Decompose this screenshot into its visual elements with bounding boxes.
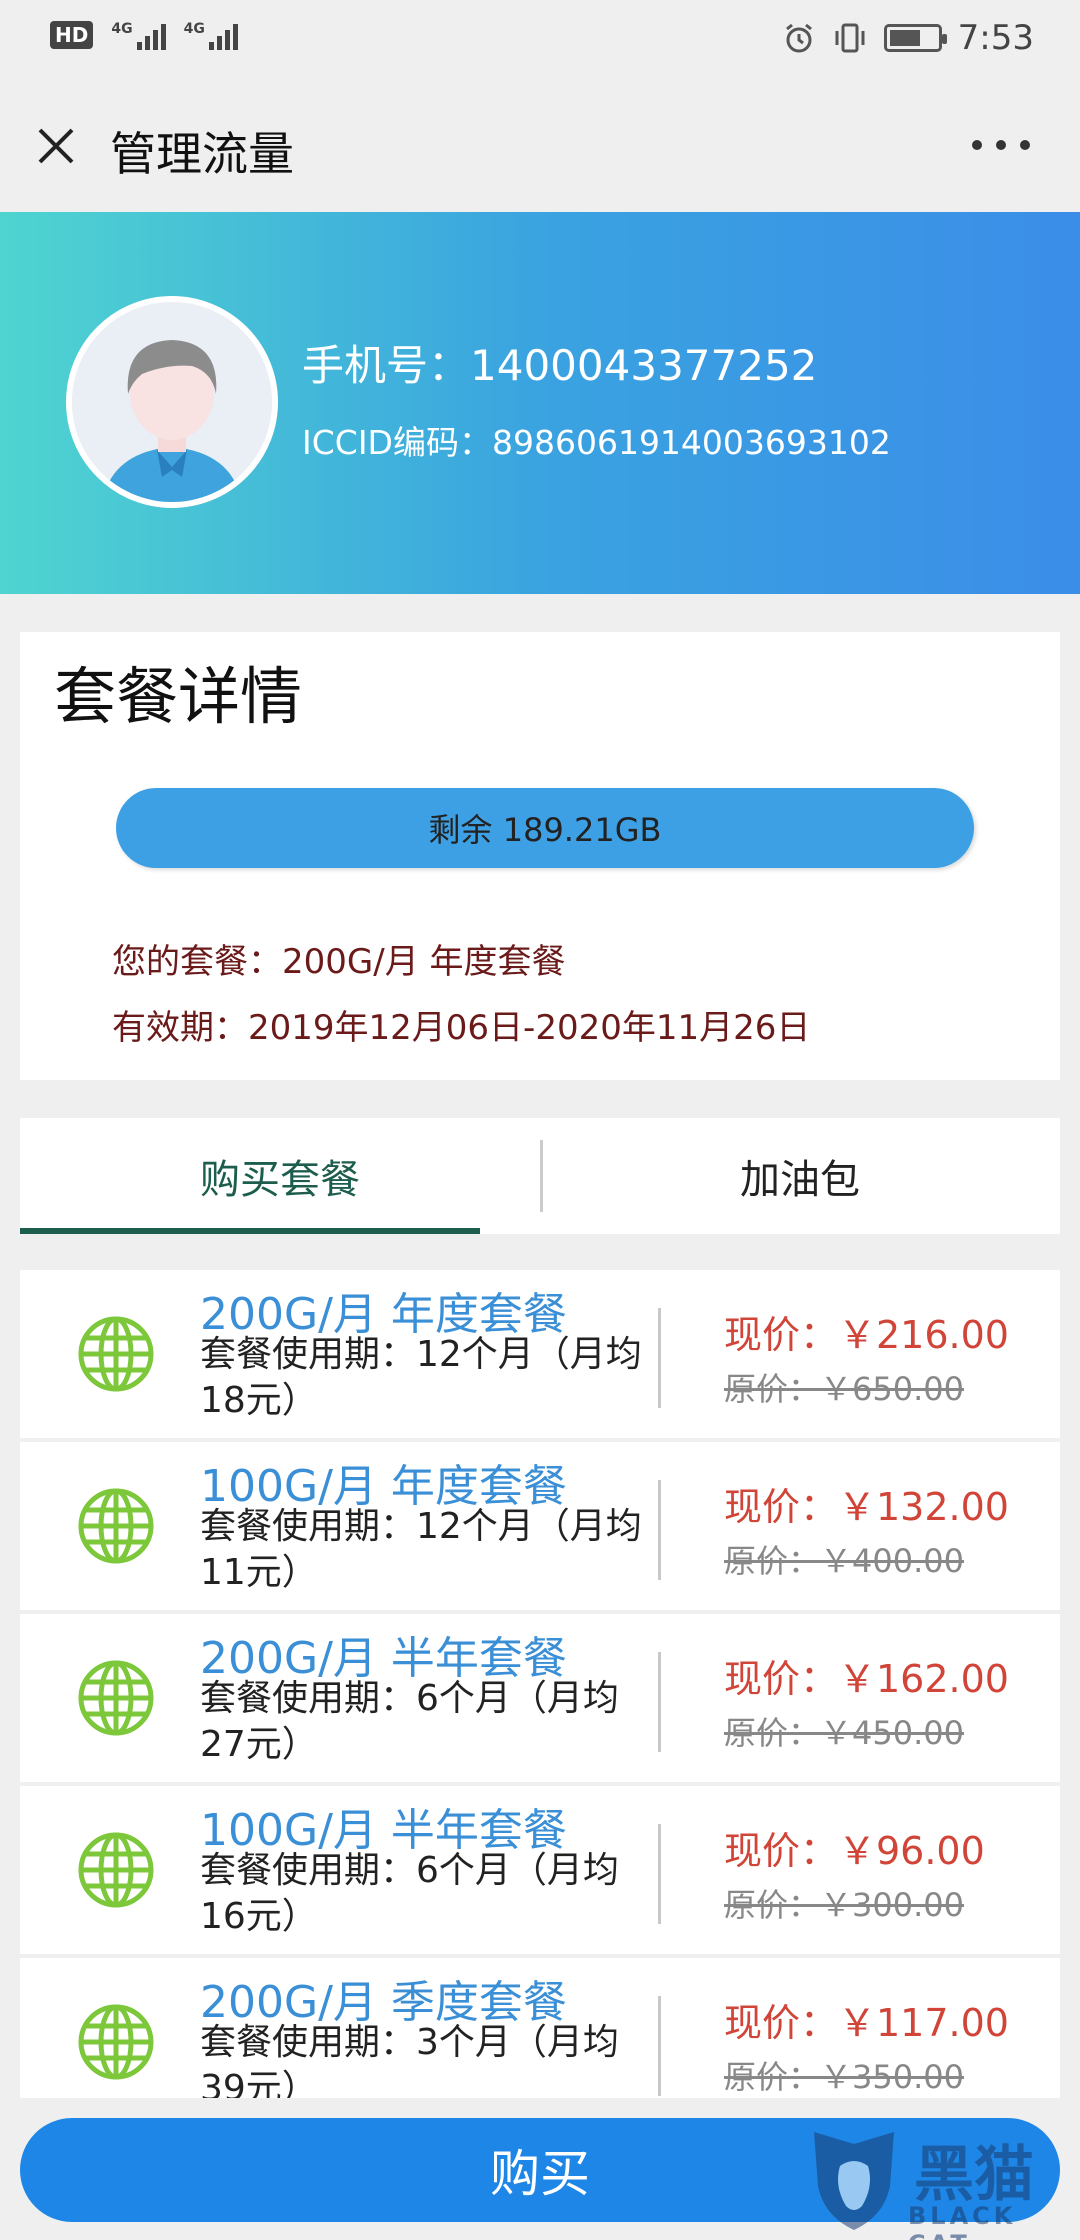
black-cat-watermark: 黑猫 BLACK CAT	[804, 2126, 1074, 2240]
package-description: 套餐使用期：3个月（月均39元）	[200, 2022, 619, 2098]
more-options-icon[interactable]	[972, 140, 1030, 150]
package-description: 套餐使用期：6个月（月均16元）	[200, 1850, 619, 1937]
package-list: 200G/月 年度套餐 套餐使用期：12个月（月均18元） 现价：￥216.00…	[20, 1270, 1060, 2098]
current-price: 现价：￥162.00	[724, 1657, 1009, 1701]
current-price: 现价：￥132.00	[724, 1485, 1009, 1529]
original-price: 原价：￥350.00	[724, 2058, 964, 2096]
package-item[interactable]: 200G/月 季度套餐 套餐使用期：3个月（月均39元） 现价：￥117.00 …	[20, 1958, 1060, 2098]
hd-badge: HD	[50, 21, 94, 49]
close-icon[interactable]	[30, 120, 82, 172]
globe-icon	[78, 1488, 154, 1564]
item-divider	[658, 1996, 661, 2096]
user-avatar-icon	[72, 302, 272, 502]
alarm-icon	[785, 23, 812, 53]
item-divider	[658, 1652, 661, 1752]
globe-icon	[78, 2004, 154, 2080]
black-cat-logo-icon	[814, 2132, 894, 2230]
watermark-text: 黑猫	[914, 2140, 1034, 2210]
status-bar-left: HD 4G 4G	[50, 20, 238, 50]
iccid-value: 8986061914003693102	[491, 423, 891, 462]
vibrate-icon	[835, 23, 865, 53]
package-detail-title: 套餐详情	[54, 660, 303, 733]
package-detail-card: 套餐详情 剩余 189.21GB 您的套餐：200G/月 年度套餐 有效期：20…	[20, 632, 1060, 1080]
iccid-label: ICCID编码：	[302, 423, 492, 462]
globe-icon	[78, 1832, 154, 1908]
package-description: 套餐使用期：12个月（月均18元）	[200, 1334, 642, 1421]
original-price: 原价：￥650.00	[724, 1370, 964, 1408]
package-item[interactable]: 100G/月 年度套餐 套餐使用期：12个月（月均11元） 现价：￥132.00…	[20, 1442, 1060, 1610]
signal-bars-icon	[208, 20, 238, 50]
network-type-label: 4G	[183, 21, 205, 37]
package-description: 套餐使用期：6个月（月均27元）	[200, 1678, 619, 1765]
tab-data-addon[interactable]: 加油包	[540, 1118, 1060, 1234]
globe-icon	[78, 1316, 154, 1392]
item-divider	[658, 1308, 661, 1408]
remaining-data-label: 剩余 189.21GB	[428, 811, 662, 849]
current-plan: 您的套餐：200G/月 年度套餐	[112, 942, 566, 982]
globe-icon	[78, 1660, 154, 1736]
status-bar: HD 4G 4G 7:53	[0, 0, 1080, 80]
active-tab-indicator	[20, 1228, 480, 1234]
item-divider	[658, 1480, 661, 1580]
iccid-row: ICCID编码：8986061914003693102	[302, 416, 891, 464]
watermark-subtext: BLACK CAT	[908, 2202, 1017, 2240]
remaining-data-bar: 剩余 189.21GB	[116, 788, 974, 868]
avatar	[66, 296, 278, 508]
original-price: 原价：￥400.00	[724, 1542, 964, 1580]
current-price: 现价：￥96.00	[724, 1829, 985, 1873]
status-time: 7:53	[957, 18, 1034, 58]
phone-number-row: 手机号：1400043377252	[302, 332, 817, 393]
signal-sim2: 4G	[184, 20, 238, 50]
network-type-label: 4G	[111, 21, 133, 37]
tab-buy-package[interactable]: 购买套餐	[20, 1118, 540, 1234]
status-bar-right: 7:53	[782, 18, 1034, 58]
package-item[interactable]: 200G/月 半年套餐 套餐使用期：6个月（月均27元） 现价：￥162.00 …	[20, 1614, 1060, 1782]
original-price: 原价：￥300.00	[724, 1886, 964, 1924]
package-item[interactable]: 100G/月 半年套餐 套餐使用期：6个月（月均16元） 现价：￥96.00 原…	[20, 1786, 1060, 1954]
phone-label: 手机号：	[302, 341, 471, 390]
battery-icon	[883, 24, 947, 52]
current-price: 现价：￥216.00	[724, 1313, 1009, 1357]
phone-number: 1400043377252	[470, 341, 818, 390]
current-price: 现价：￥117.00	[724, 2001, 1009, 2045]
package-item[interactable]: 200G/月 年度套餐 套餐使用期：12个月（月均18元） 现价：￥216.00…	[20, 1270, 1060, 1438]
tab-bar: 购买套餐 加油包	[20, 1118, 1060, 1234]
page-title: 管理流量	[110, 127, 294, 181]
tab-label: 购买套餐	[200, 1157, 360, 1203]
original-price: 原价：￥450.00	[724, 1714, 964, 1752]
tab-label: 加油包	[740, 1157, 860, 1203]
validity-period: 有效期：2019年12月06日-2020年11月26日	[112, 1008, 811, 1048]
item-divider	[658, 1824, 661, 1924]
signal-bars-icon	[136, 20, 166, 50]
package-description: 套餐使用期：12个月（月均11元）	[200, 1506, 642, 1593]
nav-bar: 管理流量	[0, 80, 1080, 212]
signal-sim1: 4G	[111, 20, 166, 50]
account-header: 手机号：1400043377252 ICCID编码：89860619140036…	[0, 212, 1080, 594]
